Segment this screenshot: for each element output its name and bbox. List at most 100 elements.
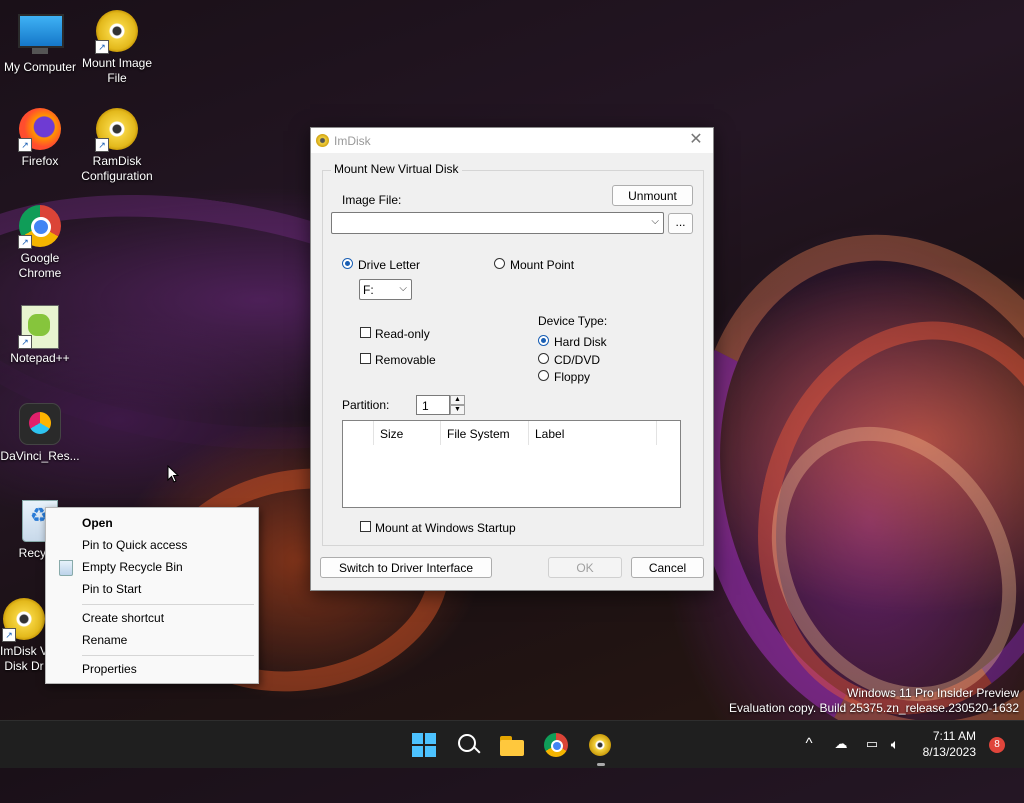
clock-date: 8/13/2023 (922, 745, 976, 759)
cd-disc-icon (589, 734, 611, 756)
menu-separator (82, 655, 254, 656)
volume-icon[interactable]: 🔈︎ (885, 735, 905, 753)
cd-disc-icon: ↗ (2, 598, 46, 642)
menu-item-properties[interactable]: Properties (46, 658, 258, 680)
column-header-blank (343, 421, 374, 445)
floppy-label: Floppy (554, 370, 591, 384)
removable-label: Removable (375, 353, 436, 367)
taskbar: ^ ☁ ▭ 🔈︎ 7:11 AM 8/13/2023 8 (0, 720, 1024, 768)
cloud-offline-icon[interactable]: ☁ (831, 735, 851, 753)
ok-button[interactable]: OK (548, 557, 622, 578)
menu-separator (82, 604, 254, 605)
desktop-icon-label: Mount Image File (81, 56, 153, 85)
desktop-icon-my-computer[interactable]: My Computer (0, 10, 80, 75)
chevron-down-icon: ⌵ (651, 216, 659, 227)
desktop-icon-firefox[interactable]: ↗ Firefox (0, 108, 80, 169)
cd-disc-icon: ↗ (95, 108, 139, 152)
device-type-label: Device Type: (538, 314, 608, 328)
drive-letter-select[interactable]: F: ⌵ (359, 279, 412, 300)
network-icon[interactable]: ▭ (862, 735, 882, 753)
column-header-size[interactable]: Size (374, 421, 441, 445)
clock-time: 7:11 AM (932, 729, 976, 743)
spin-up-icon[interactable]: ▲ (450, 395, 465, 405)
search-button[interactable] (453, 730, 483, 760)
readonly-label: Read-only (375, 327, 430, 341)
shortcut-arrow-icon: ↗ (95, 138, 109, 152)
imdisk-app-icon (316, 134, 329, 147)
desktop-icon-label: ImDisk V Disk Dr (0, 644, 48, 673)
menu-item-pin-to-start[interactable]: Pin to Start (46, 578, 258, 600)
running-indicator (597, 763, 605, 766)
desktop-icon-mount-image-file[interactable]: ↗ Mount Image File (77, 10, 157, 86)
notification-badge[interactable]: 8 (989, 737, 1005, 753)
context-menu: Open Pin to Quick access Empty Recycle B… (45, 507, 259, 684)
drive-letter-label: Drive Letter (358, 258, 421, 272)
recycle-bin-icon (59, 560, 73, 576)
desktop-icon-ramdisk-configuration[interactable]: ↗ RamDisk Configuration (77, 108, 157, 184)
close-button[interactable]: ✕ (685, 130, 707, 150)
desktop-icon-label: My Computer (3, 60, 77, 74)
partition-label: Partition: (342, 398, 390, 412)
readonly-checkbox[interactable] (360, 327, 371, 338)
menu-item-rename[interactable]: Rename (46, 629, 258, 651)
unmount-button[interactable]: Unmount (612, 185, 693, 206)
floppy-radio[interactable] (538, 370, 549, 381)
desktop-icon-notepad-plus-plus[interactable]: ↗ Notepad++ (0, 305, 80, 366)
firefox-icon: ↗ (18, 108, 62, 152)
mount-startup-checkbox[interactable] (360, 521, 371, 532)
show-hidden-icons-button[interactable]: ^ (799, 735, 819, 753)
cancel-button[interactable]: Cancel (631, 557, 704, 578)
menu-item-label: Empty Recycle Bin (82, 560, 183, 574)
mount-startup-label: Mount at Windows Startup (375, 521, 516, 535)
desktop-icon-imdisk[interactable]: ↗ ImDisk V Disk Dr (0, 598, 48, 674)
switch-driver-interface-button[interactable]: Switch to Driver Interface (320, 557, 492, 578)
partition-list[interactable]: Size File System Label (342, 420, 681, 508)
mount-point-radio[interactable] (494, 258, 505, 269)
desktop-icon-davinci-resolve[interactable]: DaVinci_Res... (0, 403, 80, 464)
browse-button[interactable]: ... (668, 213, 693, 234)
chrome-taskbar-button[interactable] (541, 730, 571, 760)
chrome-icon: ↗ (18, 205, 62, 249)
cddvd-label: CD/DVD (554, 353, 601, 367)
desktop-icon-label: Notepad++ (10, 351, 70, 365)
imdisk-taskbar-button[interactable] (585, 730, 615, 760)
spin-down-icon[interactable]: ▼ (450, 405, 465, 415)
shortcut-arrow-icon: ↗ (95, 40, 109, 54)
start-button[interactable] (409, 730, 439, 760)
menu-item-pin-quick-access[interactable]: Pin to Quick access (46, 534, 258, 556)
hard-disk-radio[interactable] (538, 335, 549, 346)
close-icon: ✕ (689, 131, 703, 148)
partition-spinner[interactable]: 1 ▲ ▼ (416, 395, 466, 415)
hard-disk-label: Hard Disk (554, 335, 607, 349)
mouse-cursor-icon (167, 464, 180, 487)
watermark-line: Evaluation copy. Build 25375.zn_release.… (729, 701, 1019, 715)
column-header-label[interactable]: Label (529, 421, 657, 445)
cddvd-radio[interactable] (538, 353, 549, 364)
desktop-icon-label: RamDisk Configuration (81, 154, 153, 183)
computer-icon (18, 14, 64, 58)
drive-letter-radio[interactable] (342, 258, 353, 269)
system-clock[interactable]: 7:11 AM 8/13/2023 (923, 728, 976, 760)
desktop-icon-google-chrome[interactable]: ↗ Google Chrome (0, 205, 80, 281)
group-title: Mount New Virtual Disk (331, 162, 462, 176)
notepad-icon: ↗ (18, 305, 62, 349)
drive-letter-value: F: (363, 283, 374, 297)
image-file-label: Image File: (342, 193, 402, 207)
shortcut-arrow-icon: ↗ (18, 138, 32, 152)
file-explorer-button[interactable] (497, 730, 527, 760)
cd-disc-icon: ↗ (95, 10, 139, 54)
column-header-file-system[interactable]: File System (441, 421, 529, 445)
menu-item-empty-recycle-bin[interactable]: Empty Recycle Bin (46, 556, 258, 578)
shortcut-arrow-icon: ↗ (2, 628, 16, 642)
removable-checkbox[interactable] (360, 353, 371, 364)
dialog-title: ImDisk (334, 134, 371, 148)
wallpaper-swirl (722, 291, 1024, 745)
menu-item-create-shortcut[interactable]: Create shortcut (46, 607, 258, 629)
watermark-line: Windows 11 Pro Insider Preview (847, 686, 1019, 700)
shortcut-arrow-icon: ↗ (18, 235, 32, 249)
menu-item-open[interactable]: Open (46, 512, 258, 534)
davinci-icon (18, 403, 62, 447)
image-file-combobox[interactable]: ⌵ (331, 212, 664, 234)
evaluation-watermark: Windows 11 Pro Insider Preview Evaluatio… (729, 686, 1019, 716)
dialog-titlebar[interactable]: ImDisk ✕ (311, 128, 713, 153)
